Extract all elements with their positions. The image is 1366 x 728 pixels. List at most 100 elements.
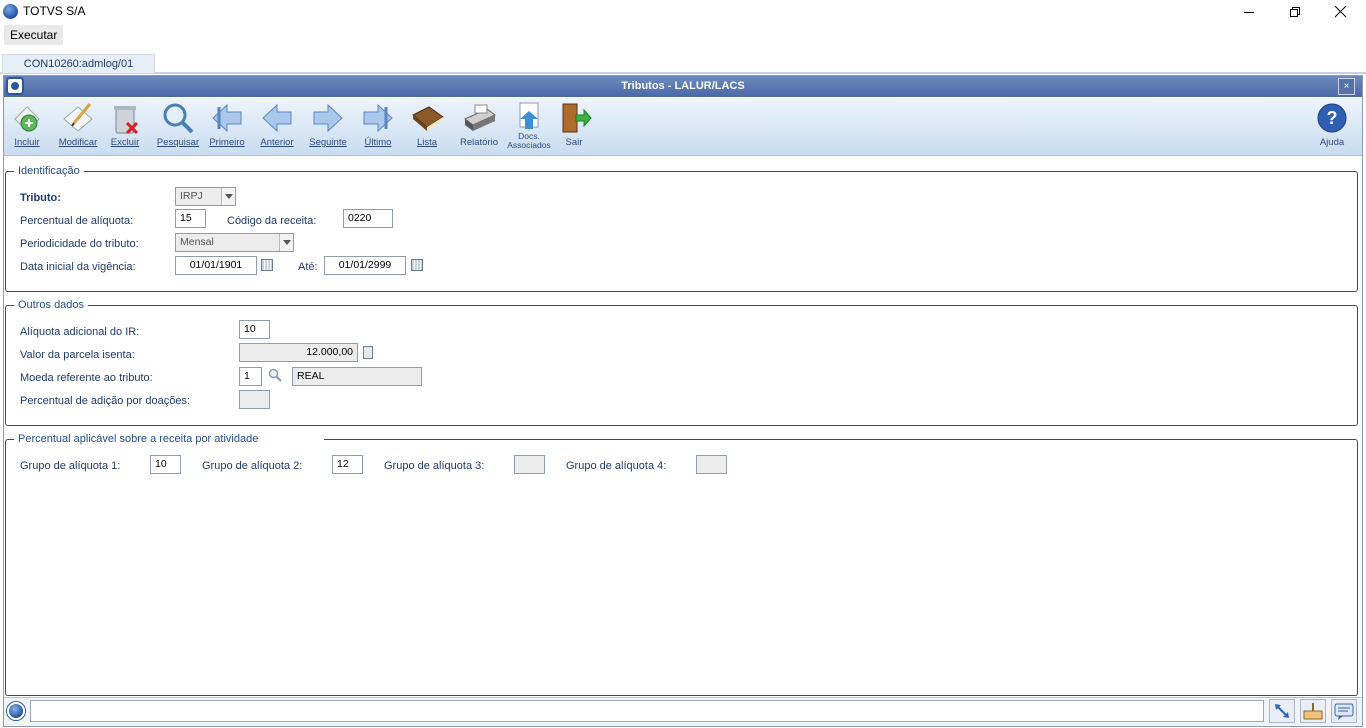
keyboard-button[interactable] <box>1300 699 1326 723</box>
relatorio-button[interactable]: Relatório <box>455 101 503 148</box>
sair-button[interactable]: Sair <box>550 101 598 148</box>
data-final-field[interactable]: 01/01/2999 <box>324 256 406 275</box>
dialog-close-button[interactable]: × <box>1338 78 1355 95</box>
grupo2-field[interactable]: 12 <box>332 455 363 474</box>
printer-icon <box>461 101 497 135</box>
identificacao-title: Identificação <box>14 165 84 177</box>
add-document-icon <box>9 101 45 135</box>
aliquota-adicional-label: Alíquota adicional do IR: <box>20 326 140 338</box>
ajuda-label: Ajuda <box>1319 137 1345 148</box>
ajuda-button[interactable]: ? Ajuda <box>1308 101 1356 148</box>
periodicidade-select[interactable]: Mensal <box>175 233 294 252</box>
dialog-title: Tributos - LALUR/LACS <box>621 80 745 92</box>
svg-text:?: ? <box>1327 108 1338 128</box>
restore-icon <box>1289 6 1300 17</box>
anterior-button[interactable]: Anterior <box>253 101 301 148</box>
calculator-icon[interactable] <box>363 346 373 359</box>
docs-label-line2: Associados <box>507 140 551 150</box>
resize-icon <box>1275 704 1289 718</box>
minimize-button[interactable] <box>1226 0 1272 24</box>
docs-associados-button[interactable]: Docs. Associados <box>505 101 553 150</box>
grupo4-field[interactable] <box>696 455 727 474</box>
window-title: TOTVS S/A <box>23 4 86 18</box>
percentual-doacoes-label: Percentual de adição por doações: <box>20 395 191 407</box>
sair-label: Sair <box>565 137 583 148</box>
exit-door-icon <box>556 101 592 135</box>
menu-executar[interactable]: Executar <box>4 25 64 45</box>
grupo1-label: Grupo de alíquota 1: <box>20 460 121 472</box>
data-inicial-field[interactable]: 01/01/1901 <box>175 256 257 275</box>
calendar-icon[interactable] <box>261 259 273 271</box>
aliquota-adicional-field[interactable]: 10 <box>239 320 270 339</box>
incluir-button[interactable]: Incluir <box>3 101 51 148</box>
grupo4-label: Grupo de alíquota 4: <box>566 460 667 472</box>
close-icon <box>1335 6 1347 18</box>
grupo3-label: Grupo de alíquota 3: <box>384 460 485 472</box>
next-arrow-icon <box>310 101 346 135</box>
atividade-title: Percentual aplicável sobre a receita por… <box>14 433 325 445</box>
grupo3-field[interactable] <box>514 455 545 474</box>
close-window-button[interactable] <box>1318 0 1364 24</box>
excluir-button[interactable]: Excluir <box>101 101 149 148</box>
messages-button[interactable] <box>1331 699 1357 723</box>
seguinte-button[interactable]: Seguinte <box>304 101 352 148</box>
calendar-icon[interactable] <box>411 259 423 271</box>
excluir-label: Excluir <box>110 137 140 148</box>
first-record-icon <box>209 101 245 135</box>
valor-parcela-field[interactable]: 12.000,00 <box>239 343 358 362</box>
ultimo-button[interactable]: Último <box>354 101 402 148</box>
tributo-select[interactable]: IRPJ <box>175 187 236 206</box>
pesquisar-label: Pesquisar <box>156 137 200 148</box>
moeda-code-field[interactable]: 1 <box>239 367 262 386</box>
window-titlebar <box>0 0 1366 24</box>
moeda-name-field: REAL <box>292 367 422 386</box>
relatorio-label: Relatório <box>459 137 499 148</box>
status-message-field <box>30 700 1264 722</box>
chevron-down-icon <box>279 234 293 251</box>
book-icon <box>409 101 445 135</box>
seguinte-label: Seguinte <box>309 137 347 148</box>
chevron-down-icon <box>221 188 235 205</box>
edit-document-icon <box>60 101 96 135</box>
search-icon[interactable] <box>268 368 282 385</box>
grupo1-field[interactable]: 10 <box>150 455 181 474</box>
resize-button[interactable] <box>1269 699 1295 723</box>
moeda-label: Moeda referente ao tributo: <box>20 372 153 384</box>
help-icon: ? <box>1314 101 1350 135</box>
ate-label: Até: <box>298 261 318 273</box>
valor-parcela-label: Valor da parcela isenta: <box>20 349 135 361</box>
lista-label: Lista <box>416 137 438 148</box>
totvs-status-icon[interactable] <box>7 702 25 720</box>
tab-program[interactable]: CON10260:admlog/01 <box>2 54 155 73</box>
tributo-value: IRPJ <box>180 190 203 202</box>
lista-button[interactable]: Lista <box>403 101 451 148</box>
keyboard-icon <box>1303 703 1323 720</box>
tributo-label: Tributo: <box>20 192 61 204</box>
atividade-group <box>5 439 1358 696</box>
modificar-button[interactable]: Modificar <box>54 101 102 148</box>
primeiro-label: Primeiro <box>209 137 245 148</box>
percentual-aliquota-label: Percentual de alíquota: <box>20 215 134 227</box>
primeiro-button[interactable]: Primeiro <box>203 101 251 148</box>
percentual-aliquota-field[interactable]: 15 <box>175 209 206 228</box>
pesquisar-button[interactable]: Pesquisar <box>154 101 202 148</box>
attached-docs-icon <box>511 101 547 131</box>
periodicidade-label: Periodicidade do tributo: <box>20 238 139 250</box>
minimize-icon <box>1243 11 1254 13</box>
grupo2-label: Grupo de alíquota 2: <box>202 460 303 472</box>
ultimo-label: Último <box>364 137 392 148</box>
percentual-doacoes-field[interactable] <box>239 390 270 409</box>
codigo-receita-field[interactable]: 0220 <box>343 209 393 228</box>
periodicidade-value: Mensal <box>180 236 214 248</box>
data-inicial-label: Data inicial da vigência: <box>20 261 136 273</box>
modificar-label: Modificar <box>58 137 98 148</box>
codigo-receita-label: Código da receita: <box>227 215 317 227</box>
outros-dados-title: Outros dados <box>14 299 89 311</box>
last-record-icon <box>360 101 396 135</box>
outros-dados-group <box>5 305 1358 426</box>
message-icon <box>1334 703 1354 720</box>
previous-arrow-icon <box>259 101 295 135</box>
totvs-logo-icon <box>3 4 18 19</box>
tab-strip-divider <box>0 72 1366 74</box>
restore-button[interactable] <box>1272 0 1318 24</box>
